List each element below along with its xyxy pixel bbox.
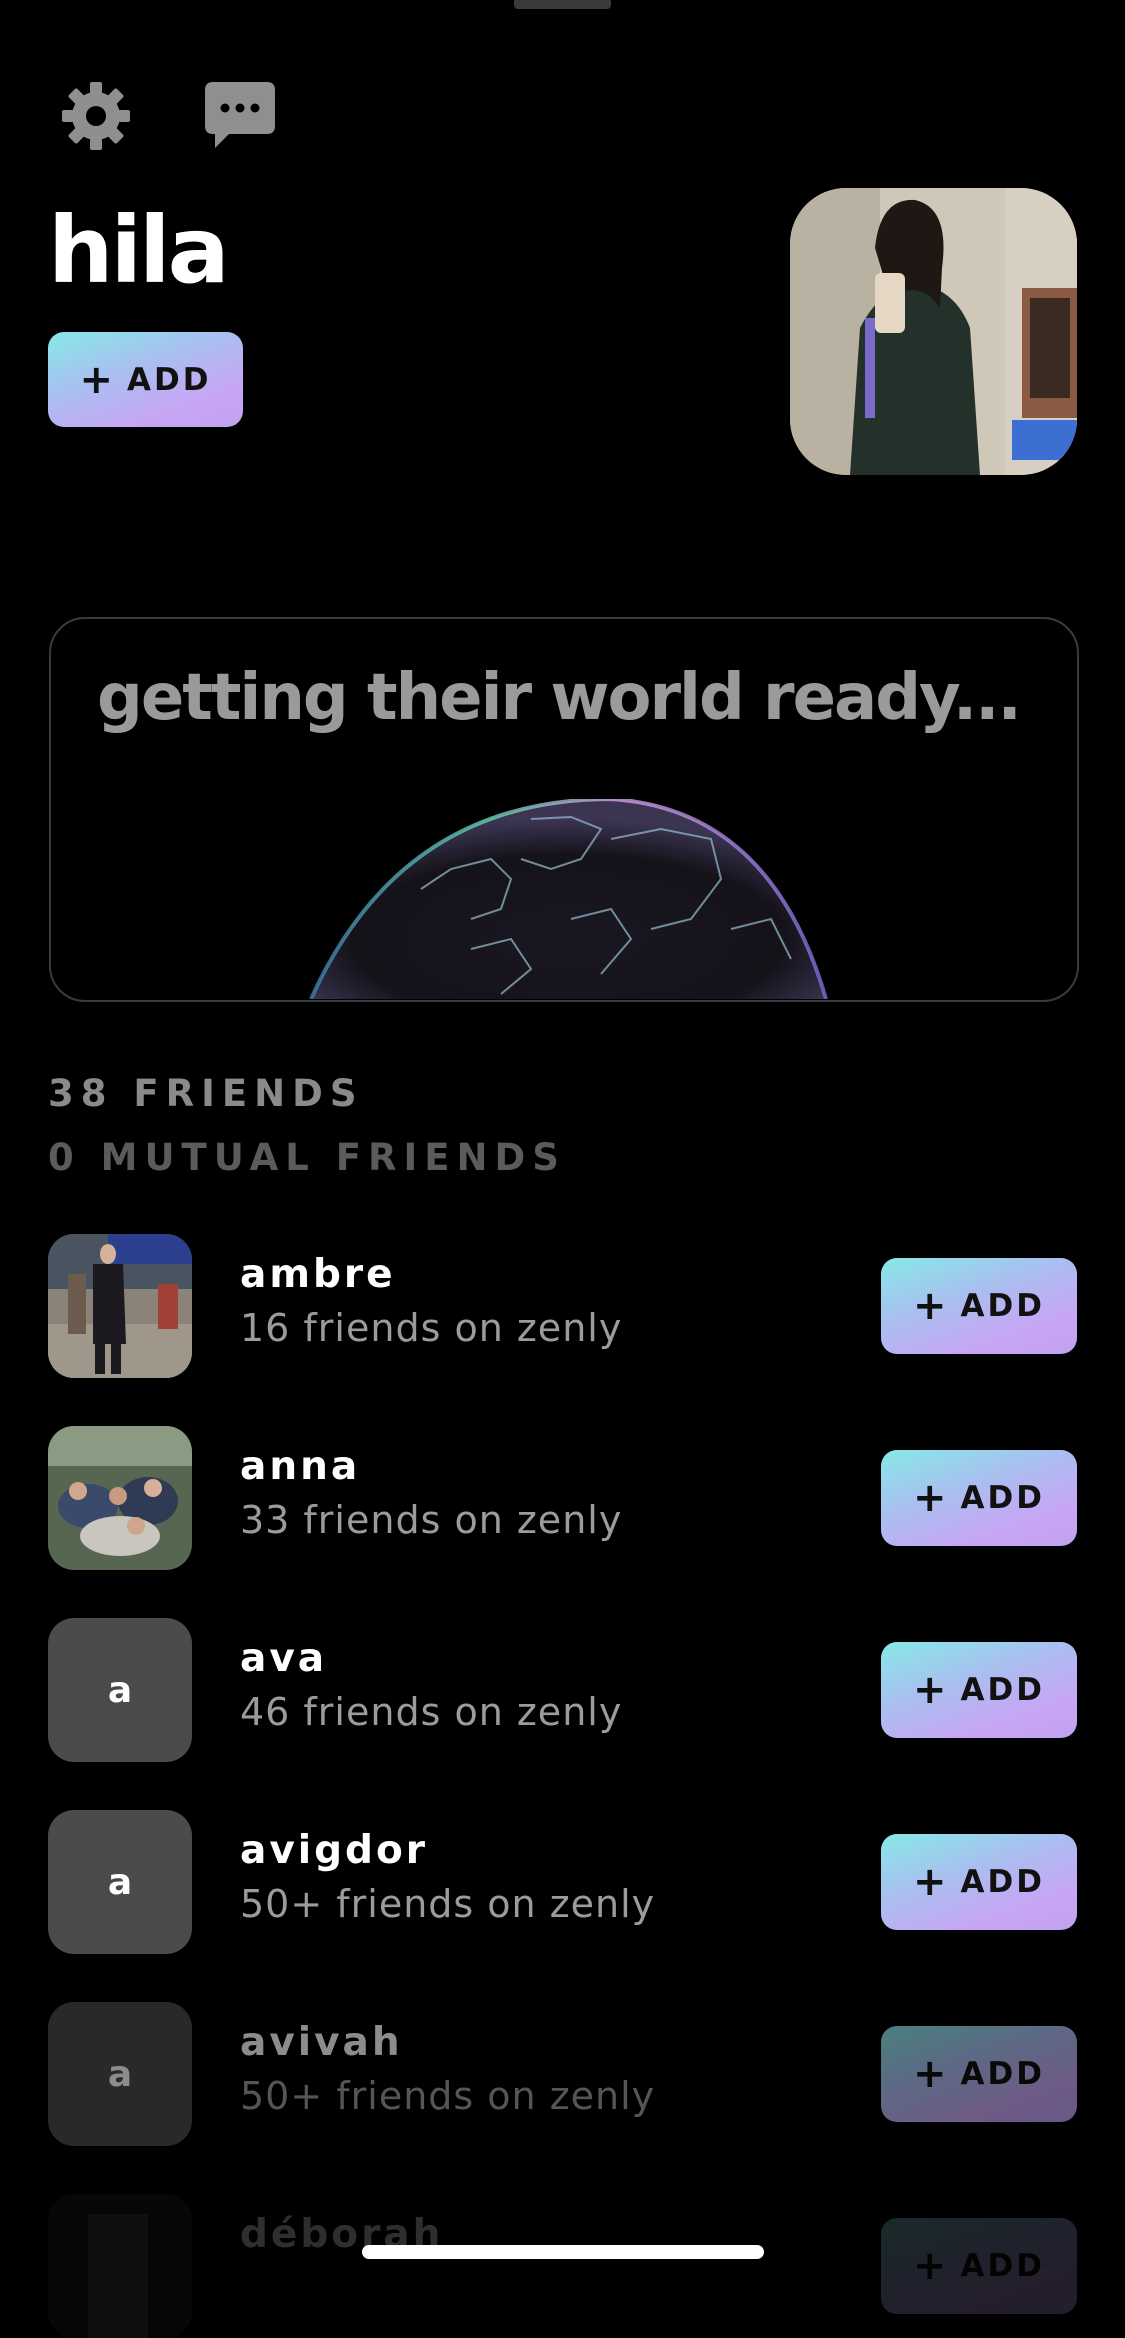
- friend-row[interactable]: a avivah 50+ friends on zenly + ADD: [48, 2002, 1077, 2146]
- profile-name: hila: [48, 197, 230, 304]
- avatar: a: [48, 1618, 192, 1762]
- friend-name: ava: [240, 1636, 328, 1681]
- avatar: a: [48, 1810, 192, 1954]
- gear-icon[interactable]: [56, 76, 136, 156]
- friend-subtitle: 50+ friends on zenly: [240, 1882, 656, 1926]
- friend-row[interactable]: a avigdor 50+ friends on zenly + ADD: [48, 1810, 1077, 1954]
- avatar: a: [48, 2002, 192, 2146]
- add-friend-button[interactable]: + ADD: [881, 1834, 1077, 1930]
- friend-subtitle: 16 friends on zenly: [240, 1306, 623, 1350]
- globe-image: [251, 796, 871, 1000]
- plus-icon: +: [913, 1475, 947, 1521]
- add-label: ADD: [960, 1288, 1045, 1324]
- add-friend-button[interactable]: + ADD: [48, 332, 243, 427]
- friend-name: anna: [240, 1444, 361, 1489]
- friend-row[interactable]: ambre 16 friends on zenly + ADD: [48, 1234, 1077, 1378]
- profile-photo[interactable]: [790, 188, 1077, 475]
- mutual-friends-count: 0 MUTUAL FRIENDS: [48, 1136, 566, 1179]
- add-friend-button[interactable]: + ADD: [881, 2218, 1077, 2314]
- add-friend-button[interactable]: + ADD: [881, 1258, 1077, 1354]
- friend-row[interactable]: anna 33 friends on zenly + ADD: [48, 1426, 1077, 1570]
- friend-name: avivah: [240, 2020, 403, 2065]
- avatar: [48, 1426, 192, 1570]
- home-indicator[interactable]: [362, 2245, 764, 2259]
- add-label: ADD: [960, 1480, 1045, 1516]
- plus-icon: +: [913, 2243, 947, 2289]
- add-label: ADD: [960, 1672, 1045, 1708]
- add-friend-button[interactable]: + ADD: [881, 1450, 1077, 1546]
- world-card[interactable]: getting their world ready...: [49, 617, 1079, 1002]
- add-label: ADD: [960, 2248, 1045, 2284]
- sheet-grabber[interactable]: [514, 0, 611, 9]
- plus-icon: +: [913, 1859, 947, 1905]
- friend-row[interactable]: déborah + ADD: [48, 2194, 1077, 2338]
- friends-count: 38 FRIENDS: [48, 1072, 364, 1115]
- chat-bubble-icon[interactable]: [200, 76, 280, 156]
- plus-icon: +: [913, 1283, 947, 1329]
- plus-icon: +: [913, 2051, 947, 2097]
- add-friend-button[interactable]: + ADD: [881, 1642, 1077, 1738]
- friend-name: ambre: [240, 1252, 396, 1297]
- world-loading-text: getting their world ready...: [97, 661, 1022, 735]
- add-label: ADD: [127, 361, 212, 398]
- avatar: [48, 2194, 192, 2338]
- friend-name: avigdor: [240, 1828, 428, 1873]
- plus-icon: +: [913, 1667, 947, 1713]
- friend-subtitle: 46 friends on zenly: [240, 1690, 623, 1734]
- friend-subtitle: 50+ friends on zenly: [240, 2074, 656, 2118]
- add-friend-button[interactable]: + ADD: [881, 2026, 1077, 2122]
- avatar: [48, 1234, 192, 1378]
- plus-icon: +: [79, 356, 114, 403]
- friend-row[interactable]: a ava 46 friends on zenly + ADD: [48, 1618, 1077, 1762]
- add-label: ADD: [960, 2056, 1045, 2092]
- add-label: ADD: [960, 1864, 1045, 1900]
- friend-subtitle: 33 friends on zenly: [240, 1498, 623, 1542]
